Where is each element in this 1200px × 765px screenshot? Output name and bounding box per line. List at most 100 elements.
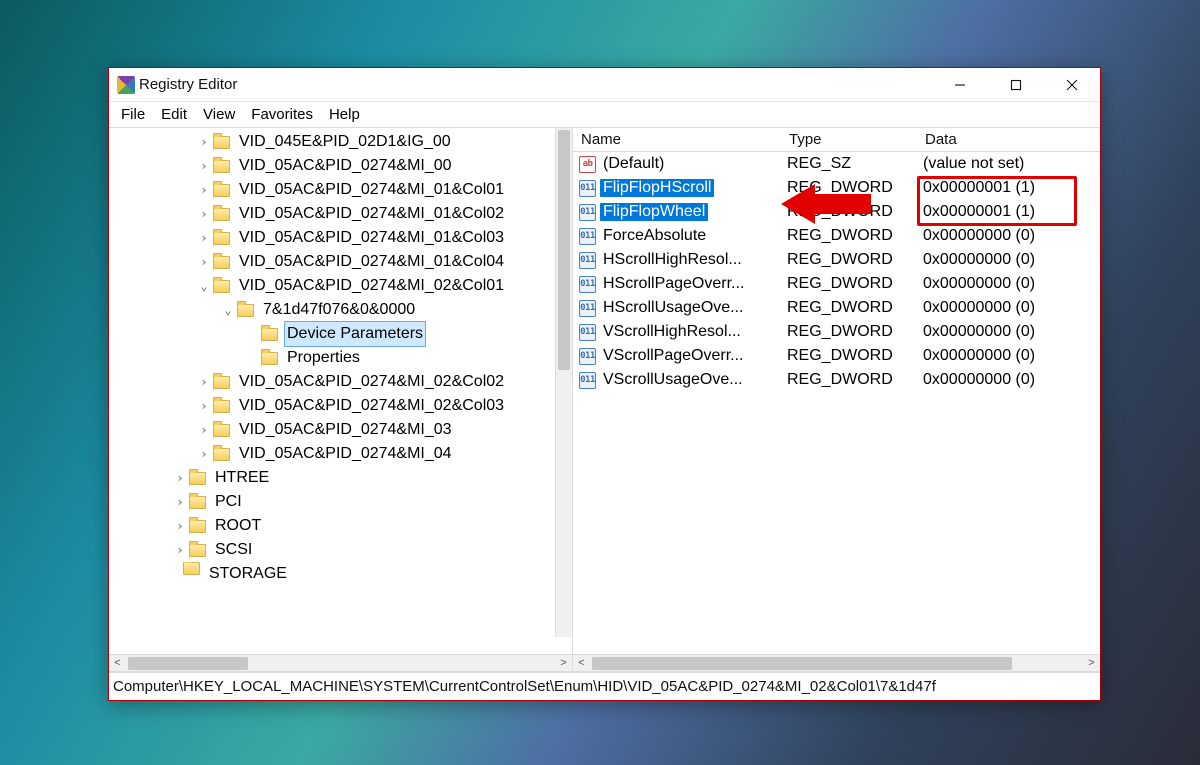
expand-icon[interactable]: › (173, 514, 187, 538)
values-pane: Name Type Data ab(Default)REG_SZ(value n… (573, 128, 1100, 671)
tree-node-label: 7&1d47f076&0&0000 (260, 298, 418, 322)
tree-node[interactable]: ›VID_05AC&PID_0274&MI_01&Col04 (109, 250, 572, 274)
tree-node[interactable]: ›VID_05AC&PID_0274&MI_01&Col01 (109, 178, 572, 202)
scrollbar-track[interactable] (590, 655, 1083, 672)
tree-scroll-area[interactable]: ›VID_045E&PID_02D1&IG_00›VID_05AC&PID_02… (109, 128, 572, 654)
value-data: 0x00000000 (0) (917, 275, 1100, 293)
expand-icon[interactable]: › (197, 226, 211, 250)
tree-node-label: ROOT (212, 514, 264, 538)
reg-dword-icon: 0͏1͏1 (579, 276, 596, 293)
expand-icon[interactable]: › (197, 442, 211, 466)
value-row[interactable]: 0͏1͏1FlipFlopHScrollREG_DWORD0x00000001 … (573, 176, 1100, 200)
value-data: 0x00000000 (0) (917, 299, 1100, 317)
scrollbar-thumb[interactable] (592, 657, 1012, 670)
value-row[interactable]: 0͏1͏1HScrollHighResol...REG_DWORD0x00000… (573, 248, 1100, 272)
collapse-icon[interactable]: ⌄ (221, 298, 235, 322)
values-header[interactable]: Name Type Data (573, 128, 1100, 152)
tree-vertical-scrollbar[interactable] (555, 128, 572, 637)
tree-node[interactable]: › ROOT (109, 514, 572, 538)
tree-node[interactable]: Properties (109, 346, 572, 370)
tree-node[interactable]: › VID_05AC&PID_0274&MI_01&Col03 (109, 226, 572, 250)
expand-icon[interactable]: › (173, 490, 187, 514)
values-list[interactable]: ab(Default)REG_SZ(value not set)0͏1͏1Fli… (573, 152, 1100, 654)
tree-node[interactable]: ›VID_05AC&PID_0274&MI_01&Col02 (109, 202, 572, 226)
value-row[interactable]: 0͏1͏1VScrollHighResol...REG_DWORD0x00000… (573, 320, 1100, 344)
folder-icon (213, 376, 230, 389)
value-name: VScrollPageOverr... (600, 347, 747, 365)
tree-node-label: VID_05AC&PID_0274&MI_04 (236, 442, 455, 466)
tree-pane: ›VID_045E&PID_02D1&IG_00›VID_05AC&PID_02… (109, 128, 573, 671)
scrollbar-thumb[interactable] (128, 657, 248, 670)
value-row[interactable]: ab(Default)REG_SZ(value not set) (573, 152, 1100, 176)
scrollbar-thumb[interactable] (558, 130, 570, 370)
tree-node[interactable]: ›PCI (109, 490, 572, 514)
collapse-icon[interactable]: ⌄ (197, 274, 211, 298)
expand-icon[interactable]: › (197, 250, 211, 274)
registry-editor-window: Registry Editor File Edit View Favorites… (108, 67, 1101, 701)
tree-node[interactable]: ›VID_05AC&PID_0274&MI_03 (109, 418, 572, 442)
menu-favorites[interactable]: Favorites (243, 104, 321, 125)
value-row[interactable]: 0͏1͏1VScrollUsageOve...REG_DWORD0x000000… (573, 368, 1100, 392)
scroll-left-icon[interactable]: < (109, 655, 126, 672)
column-name[interactable]: Name (573, 131, 781, 148)
scroll-right-icon[interactable]: > (555, 655, 572, 672)
menu-view[interactable]: View (195, 104, 243, 125)
minimize-button[interactable] (932, 68, 988, 102)
tree-node[interactable]: ›VID_045E&PID_02D1&IG_00 (109, 130, 572, 154)
value-row[interactable]: 0͏1͏1VScrollPageOverr... REG_DWORD0x00000… (573, 344, 1100, 368)
expand-icon[interactable]: › (197, 370, 211, 394)
value-row[interactable]: 0͏1͏1HScrollUsageOve...REG_DWORD0x000000… (573, 296, 1100, 320)
value-data: 0x00000000 (0) (917, 347, 1100, 365)
value-type: REG_SZ (781, 155, 917, 173)
menu-file[interactable]: File (113, 104, 153, 125)
titlebar[interactable]: Registry Editor (109, 68, 1100, 102)
tree-node[interactable]: ⌄ 7&1d47f076&0&0000 (109, 298, 572, 322)
expand-icon[interactable]: › (197, 178, 211, 202)
value-data: 0x00000000 (0) (917, 371, 1100, 389)
folder-icon (261, 352, 278, 365)
tree-node[interactable]: ›HTREE (109, 466, 572, 490)
column-type[interactable]: Type (781, 131, 917, 148)
scroll-left-icon[interactable]: < (573, 655, 590, 672)
value-row[interactable]: 0͏1͏1FlipFlopWheelREG_DWORD0x00000001 (1… (573, 200, 1100, 224)
tree-node-label: VID_05AC&PID_0274&MI_01&Col03 (236, 226, 507, 250)
scrollbar-track[interactable] (126, 655, 555, 672)
value-row[interactable]: 0͏1͏1ForceAbsoluteREG_DWORD0x00000000 (0… (573, 224, 1100, 248)
tree-node[interactable]: ›SCSI (109, 538, 572, 562)
value-data: 0x00000001 (1) (917, 203, 1100, 221)
tree-node-label: Device Parameters (284, 321, 426, 347)
statusbar-path: Computer\HKEY_LOCAL_MACHINE\SYSTEM\Curre… (113, 678, 936, 695)
expand-icon[interactable]: › (173, 538, 187, 562)
maximize-button[interactable] (988, 68, 1044, 102)
expand-icon[interactable]: › (197, 394, 211, 418)
tree-node[interactable]: Device Parameters (109, 322, 572, 346)
tree-node[interactable]: STORAGE (109, 562, 572, 580)
menu-edit[interactable]: Edit (153, 104, 195, 125)
reg-dword-icon: 0͏1͏1 (579, 348, 596, 365)
folder-icon (189, 544, 206, 557)
tree-node-label: VID_05AC&PID_0274&MI_02&Col01 (236, 274, 507, 298)
menu-help[interactable]: Help (321, 104, 368, 125)
values-horizontal-scrollbar[interactable]: < > (573, 654, 1100, 671)
close-button[interactable] (1044, 68, 1100, 102)
tree-node[interactable]: ⌄ VID_05AC&PID_0274&MI_02&Col01 (109, 274, 572, 298)
expand-icon[interactable]: › (197, 130, 211, 154)
value-row[interactable]: 0͏1͏1HScrollPageOverr...REG_DWORD0x00000… (573, 272, 1100, 296)
value-type: REG_DWORD (781, 251, 917, 269)
expand-icon[interactable]: › (197, 418, 211, 442)
tree-horizontal-scrollbar[interactable]: < > (109, 654, 572, 671)
value-data: (value not set) (917, 155, 1100, 173)
scroll-right-icon[interactable]: > (1083, 655, 1100, 672)
tree-node[interactable]: ›VID_05AC&PID_0274&MI_00 (109, 154, 572, 178)
expand-icon[interactable]: › (197, 154, 211, 178)
registry-tree[interactable]: ›VID_045E&PID_02D1&IG_00›VID_05AC&PID_02… (109, 130, 572, 580)
expand-icon[interactable]: › (173, 466, 187, 490)
tree-node[interactable]: ›VID_05AC&PID_0274&MI_02&Col03 (109, 394, 572, 418)
tree-node[interactable]: ›VID_05AC&PID_0274&MI_02&Col02 (109, 370, 572, 394)
value-type: REG_DWORD (781, 299, 917, 317)
folder-icon (213, 184, 230, 197)
value-type: REG_DWORD (781, 347, 917, 365)
tree-node[interactable]: › VID_05AC&PID_0274&MI_04 (109, 442, 572, 466)
expand-icon[interactable]: › (197, 202, 211, 226)
column-data[interactable]: Data (917, 131, 1100, 148)
